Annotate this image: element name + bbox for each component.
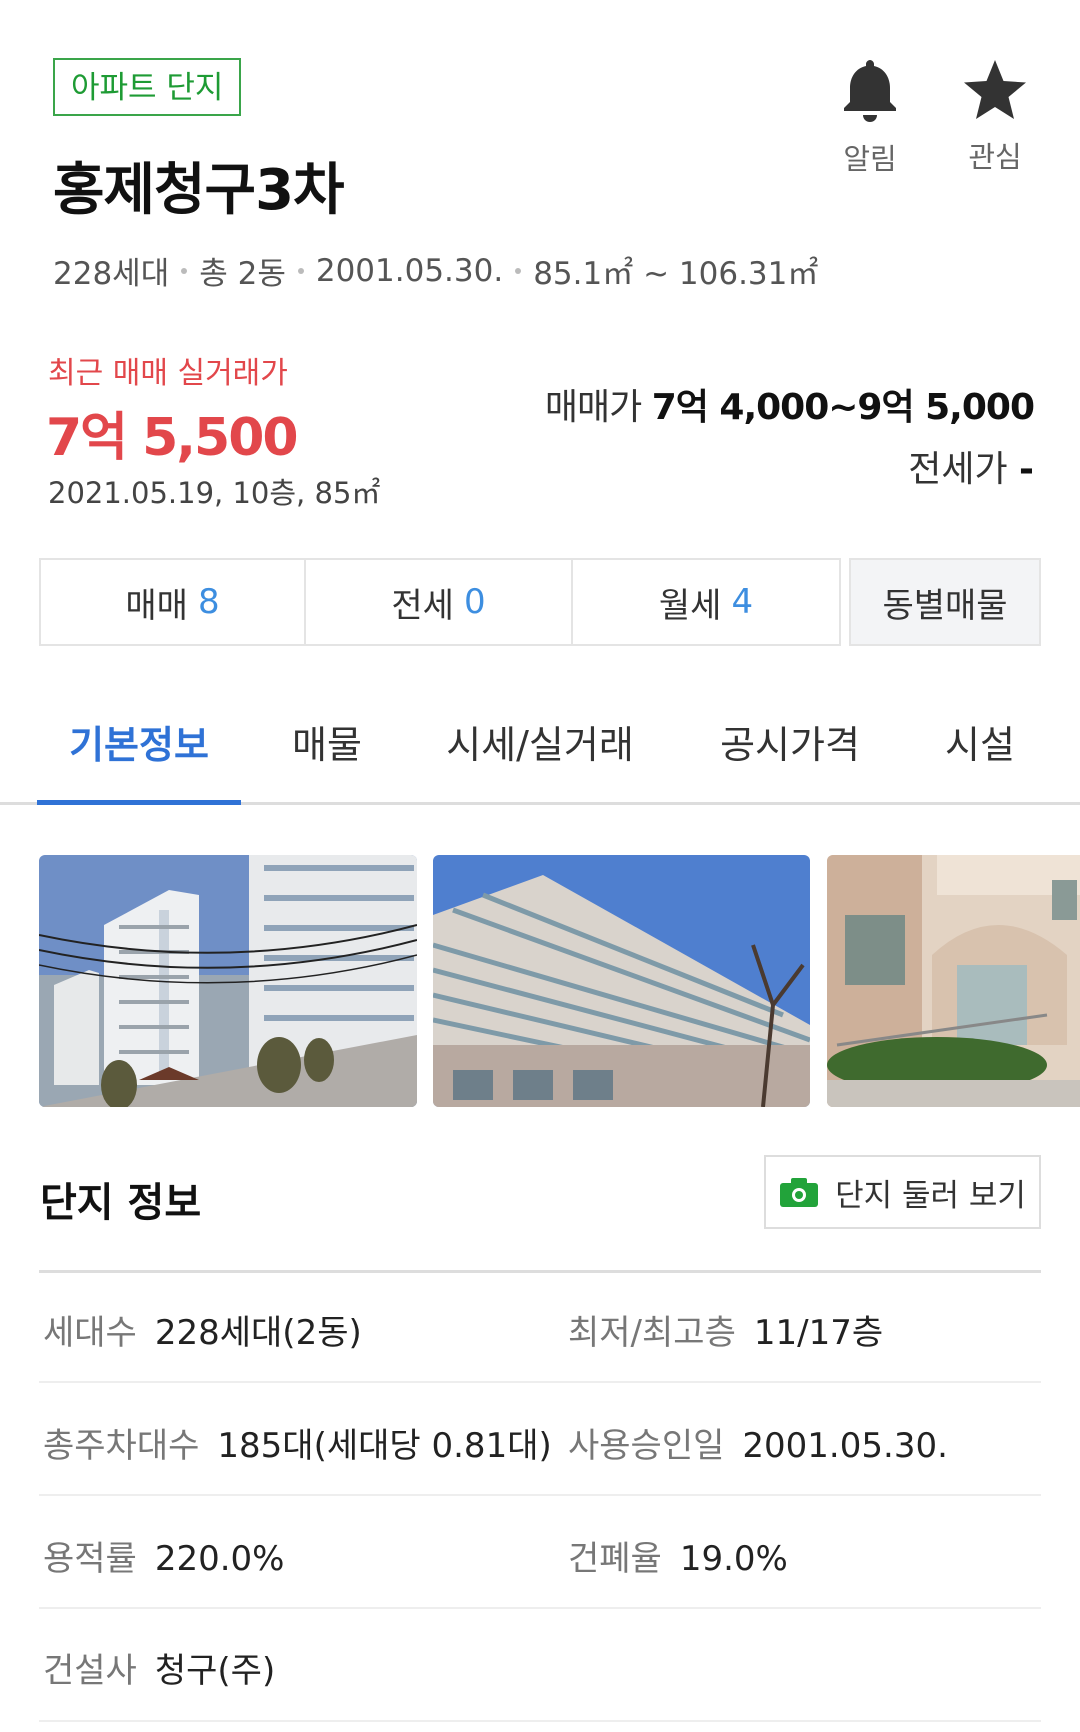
alarm-button[interactable]: 알림 — [830, 58, 910, 178]
deal-monthly-label: 월세 — [658, 585, 722, 626]
complex-tour-button[interactable]: 단지 둘러 보기 — [764, 1155, 1041, 1229]
sale-price-label: 매매가 — [544, 387, 642, 428]
camera-icon — [780, 1178, 819, 1207]
complex-photo[interactable] — [827, 855, 1080, 1107]
info-value: 185대(세대당 0.81대) — [217, 1426, 552, 1466]
complex-info-title: 단지 정보 — [40, 1180, 202, 1226]
meta-area-range: 85.1㎡ ~ 106.31㎡ — [533, 256, 819, 292]
info-key: 사용승인일 — [568, 1426, 725, 1466]
complex-photo[interactable] — [39, 855, 417, 1107]
info-value: 청구(주) — [154, 1651, 276, 1691]
info-builder: 건설사 청구(주) — [43, 1643, 275, 1692]
info-key: 건폐율 — [568, 1539, 662, 1579]
row-divider — [39, 1494, 1041, 1496]
active-tab-indicator — [37, 800, 241, 805]
tab-listings[interactable]: 매물 — [271, 680, 383, 803]
complex-photo-image — [827, 855, 1080, 1107]
jeonse-price-value: - — [1019, 449, 1034, 490]
tab-bar: 기본정보 매물 시세/실거래 공시가격 시설 — [0, 680, 1080, 805]
deal-sale-count: 8 — [197, 582, 220, 622]
info-value: 220.0% — [154, 1539, 285, 1579]
info-approval-date: 사용승인일 2001.05.30. — [568, 1418, 948, 1467]
info-value: 11/17층 — [753, 1313, 884, 1353]
page-title: 홍제청구3차 — [53, 158, 345, 223]
tab-basic-info[interactable]: 기본정보 — [37, 680, 241, 803]
alarm-label: 알림 — [843, 142, 897, 176]
info-households: 세대수 228세대(2동) — [43, 1305, 362, 1354]
recent-sale-price: 7억 5,500 — [46, 408, 299, 468]
meta-buildings: 총 2동 — [199, 256, 286, 292]
favorite-button[interactable]: 관심 — [955, 58, 1035, 176]
deal-sale-label: 매매 — [125, 585, 188, 626]
recent-sale-detail: 2021.05.19, 10층, 85㎡ — [48, 476, 381, 510]
tab-price-transactions[interactable]: 시세/실거래 — [420, 680, 660, 803]
row-divider — [39, 1607, 1041, 1609]
info-key: 최저/최고층 — [568, 1313, 736, 1353]
star-icon — [964, 60, 1026, 119]
row-divider — [39, 1720, 1041, 1722]
complex-tour-label: 단지 둘러 보기 — [835, 1177, 1026, 1214]
complex-type-badge: 아파트 단지 — [53, 58, 242, 116]
info-key: 용적률 — [43, 1539, 137, 1579]
by-building-label: 동별매물 — [882, 585, 1008, 626]
info-building-coverage: 건폐율 19.0% — [568, 1531, 788, 1580]
info-floor-area-ratio: 용적률 220.0% — [43, 1531, 285, 1580]
deal-sale-button[interactable]: 매매 8 — [39, 558, 306, 646]
row-divider — [39, 1381, 1041, 1383]
tab-public-price[interactable]: 공시가격 — [700, 680, 880, 803]
info-table-top-border — [39, 1270, 1041, 1273]
info-key: 총주차대수 — [43, 1426, 200, 1466]
info-value: 19.0% — [679, 1539, 788, 1579]
tab-facilities[interactable]: 시설 — [925, 680, 1035, 803]
sale-price-value: 7억 4,000~9억 5,000 — [651, 387, 1035, 428]
deal-type-buttons: 매매 8 전세 0 월세 4 동별매물 — [39, 558, 1041, 646]
jeonse-price-label: 전세가 — [908, 449, 1008, 490]
separator-dot — [181, 267, 188, 274]
info-key: 세대수 — [43, 1313, 137, 1353]
recent-sale-label: 최근 매매 실거래가 — [48, 356, 288, 391]
by-building-button[interactable]: 동별매물 — [849, 558, 1041, 646]
jeonse-price: 전세가 - — [908, 440, 1034, 492]
bell-icon — [844, 60, 896, 122]
deal-monthly-count: 4 — [731, 582, 754, 622]
info-value: 228세대(2동) — [154, 1313, 362, 1353]
deal-jeonse-count: 0 — [463, 582, 486, 622]
info-floors: 최저/최고층 11/17층 — [568, 1305, 883, 1354]
deal-monthly-button[interactable]: 월세 4 — [573, 558, 841, 646]
complex-photo-image — [433, 855, 810, 1107]
complex-photo-image — [39, 855, 417, 1107]
favorite-label: 관심 — [968, 140, 1022, 174]
meta-households: 228세대 — [53, 256, 170, 292]
info-key: 건설사 — [43, 1651, 137, 1691]
complex-photo[interactable] — [433, 855, 810, 1107]
info-parking: 총주차대수 185대(세대당 0.81대) — [43, 1418, 552, 1467]
separator-dot — [515, 267, 522, 274]
deal-jeonse-button[interactable]: 전세 0 — [306, 558, 573, 646]
meta-approval-date: 2001.05.30. — [315, 252, 504, 289]
sale-price-range: 매매가 7억 4,000~9억 5,000 — [544, 378, 1035, 430]
complex-meta: 228세대 총 2동 2001.05.30. 85.1㎡ ~ 106.31㎡ — [53, 248, 818, 293]
info-value: 2001.05.30. — [742, 1426, 948, 1466]
separator-dot — [297, 267, 304, 274]
deal-jeonse-label: 전세 — [391, 585, 454, 626]
